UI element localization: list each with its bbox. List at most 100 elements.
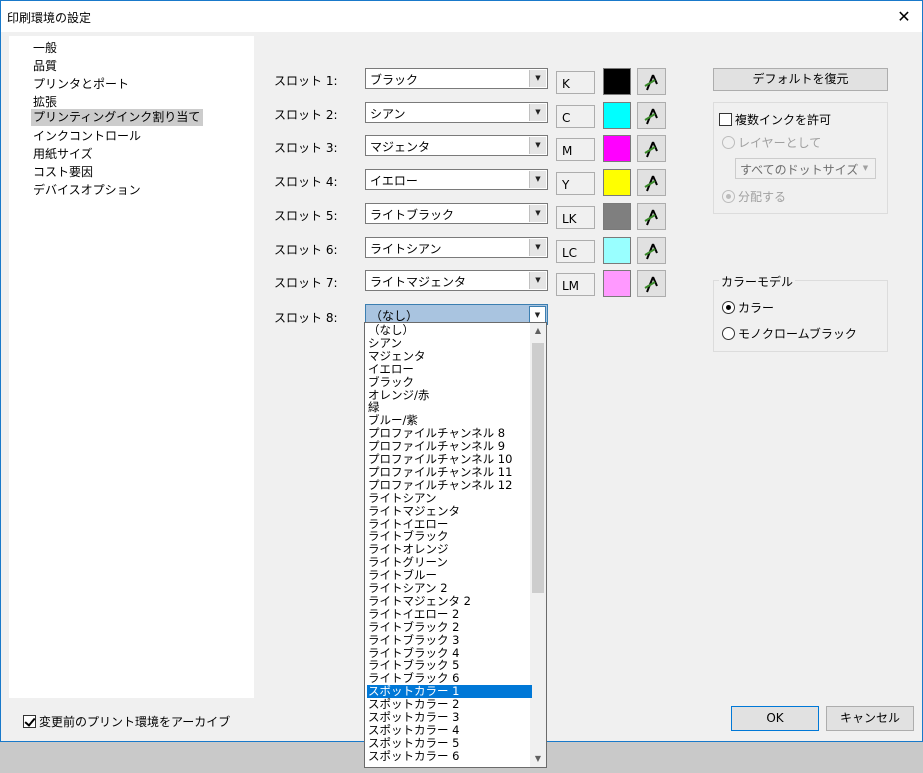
dropdown-option[interactable]: ライトマジェンタ 2 xyxy=(367,595,532,608)
nav-item[interactable]: プリンタとポート xyxy=(31,76,132,93)
dropdown-option[interactable]: ブラック xyxy=(367,375,532,389)
as-layer-label: レイヤーとして xyxy=(738,136,822,150)
dropdown-option[interactable]: プロファイルチャンネル 12 xyxy=(367,478,532,492)
chevron-down-icon[interactable]: ▼ xyxy=(529,272,546,289)
dropdown-option[interactable]: スポットカラー 6 xyxy=(367,749,532,763)
slot-2-combo[interactable]: シアン ▼ xyxy=(365,102,548,123)
dropdown-option[interactable]: ライトブラック xyxy=(367,530,532,543)
dropdown-option[interactable]: ライトイエロー 2 xyxy=(367,607,532,621)
scroll-down-icon[interactable]: ▼ xyxy=(530,751,546,767)
multi-ink-checkbox[interactable] xyxy=(719,113,732,126)
ok-button[interactable]: OK xyxy=(731,706,819,731)
chevron-down-icon[interactable]: ▼ xyxy=(529,306,546,323)
scroll-up-icon[interactable]: ▲ xyxy=(530,323,546,339)
color-radio[interactable] xyxy=(722,301,735,314)
slot-8-dropdown-list[interactable]: ▲ ▼ （なし） シアン マジェンタ イエロー ブラック オレンジ/赤緑ブルー/紫 プロファ… xyxy=(364,322,547,768)
scroll-thumb[interactable] xyxy=(532,343,544,593)
dropdown-option[interactable]: ライトブラック 6 xyxy=(367,672,532,685)
mono-radio[interactable] xyxy=(722,327,735,340)
dropdown-option[interactable]: ライトマジェンタ xyxy=(367,504,532,518)
dropdown-option[interactable]: プロファイルチャンネル 9 xyxy=(367,440,532,453)
dropdown-option[interactable]: ライトブラック 2 xyxy=(367,620,532,634)
title-bar: 印刷環境の設定 ✕ xyxy=(1,1,922,32)
slot-4-combo[interactable]: イエロー ▼ xyxy=(365,169,548,190)
dropdown-option[interactable]: スポットカラー 5 xyxy=(367,736,532,750)
slot-7-combo[interactable]: ライトマジェンタ ▼ xyxy=(365,270,548,291)
slot-5-color-swatch[interactable] xyxy=(603,203,631,230)
dropdown-option[interactable]: プロファイルチャンネル 8 xyxy=(367,427,532,440)
nav-item[interactable]: プリンティングインク割り当て xyxy=(31,109,204,126)
dropdown-option[interactable]: ライトブルー xyxy=(367,569,532,582)
cancel-button[interactable]: キャンセル xyxy=(826,706,914,731)
dropdown-option[interactable]: ライトイエロー xyxy=(367,517,532,531)
slot-3-color-swatch[interactable] xyxy=(603,135,631,162)
dropdown-option[interactable]: 緑 xyxy=(367,401,532,414)
slot-3-picker-button[interactable] xyxy=(637,135,666,162)
restore-default-button[interactable]: デフォルトを復元 xyxy=(713,68,888,91)
chevron-down-icon[interactable]: ▼ xyxy=(858,161,873,176)
dropdown-option[interactable]: ライトブラック 3 xyxy=(367,633,532,647)
slot-5-picker-button[interactable] xyxy=(637,203,666,230)
chevron-down-icon[interactable]: ▼ xyxy=(529,70,546,87)
slot-7-picker-button[interactable] xyxy=(637,270,666,297)
chevron-down-icon[interactable]: ▼ xyxy=(529,104,546,121)
slot-3-combo[interactable]: マジェンタ ▼ xyxy=(365,135,548,156)
multi-ink-option[interactable]: 複数インクを許可 xyxy=(719,111,834,128)
dropdown-option[interactable]: スポットカラー 2 xyxy=(367,698,532,711)
slot-7-color-swatch[interactable] xyxy=(603,270,631,297)
distribute-option[interactable]: 分配する xyxy=(722,188,786,205)
dropdown-option[interactable]: ブルー/紫 xyxy=(367,414,532,427)
dropdown-option[interactable]: ライトグリーン xyxy=(367,556,532,569)
archive-option[interactable]: 変更前のプリント環境をアーカイブ xyxy=(23,713,230,730)
dropdown-option[interactable]: （なし） xyxy=(367,324,532,337)
dropdown-option[interactable]: ライトオレンジ xyxy=(367,543,532,556)
dropdown-option[interactable]: ライトシアン xyxy=(367,491,532,505)
nav-item[interactable]: デバイスオプション xyxy=(31,182,144,199)
slot-1-color-swatch[interactable] xyxy=(603,68,631,95)
slot-5-code: LK xyxy=(556,206,595,229)
slot-5-combo[interactable]: ライトブラック ▼ xyxy=(365,203,548,224)
slot-2-picker-button[interactable] xyxy=(637,102,666,129)
close-icon[interactable]: ✕ xyxy=(894,7,914,27)
nav-item[interactable]: 用紙サイズ xyxy=(31,146,96,163)
dropdown-option[interactable]: スポットカラー 3 xyxy=(367,711,532,724)
dropdown-option[interactable]: シアン xyxy=(367,337,532,350)
as-layer-option[interactable]: レイヤーとして xyxy=(722,134,821,151)
dropdown-option[interactable]: オレンジ/赤 xyxy=(367,388,532,402)
distribute-radio[interactable] xyxy=(722,190,735,203)
slot-6-picker-button[interactable] xyxy=(637,237,666,264)
dot-size-combo[interactable]: すべてのドットサイズ ▼ xyxy=(735,158,876,179)
slot-8-label: スロット 8: xyxy=(274,311,338,325)
dropdown-option[interactable]: プロファイルチャンネル 10 xyxy=(367,453,532,466)
chevron-down-icon[interactable]: ▼ xyxy=(529,239,546,256)
color-option[interactable]: カラー xyxy=(722,299,774,316)
mono-option[interactable]: モノクロームブラック xyxy=(722,325,857,342)
dropdown-option[interactable]: ライトブラック 4 xyxy=(367,646,532,660)
nav-item[interactable]: コスト要因 xyxy=(31,164,96,181)
nav-item[interactable]: 一般 xyxy=(31,40,60,57)
as-layer-radio[interactable] xyxy=(722,136,735,149)
dropdown-scrollbar[interactable]: ▲ ▼ xyxy=(530,323,546,767)
chevron-down-icon[interactable]: ▼ xyxy=(529,205,546,222)
slot-1-combo[interactable]: ブラック ▼ xyxy=(365,68,548,89)
archive-checkbox[interactable] xyxy=(23,715,36,728)
dropdown-option[interactable]: ライトブラック 5 xyxy=(367,659,532,672)
dropdown-option[interactable]: ライトシアン 2 xyxy=(367,582,532,595)
slot-6-combo[interactable]: ライトシアン ▼ xyxy=(365,237,548,258)
slot-6-color-swatch[interactable] xyxy=(603,237,631,264)
dropdown-option[interactable]: イエロー xyxy=(367,362,532,376)
slot-1-picker-button[interactable] xyxy=(637,68,666,95)
slot-4-color-swatch[interactable] xyxy=(603,169,631,196)
slot-4-picker-button[interactable] xyxy=(637,169,666,196)
slot-6-label: スロット 6: xyxy=(274,243,338,257)
dropdown-option[interactable]: スポットカラー 1 xyxy=(367,685,532,698)
nav-item[interactable]: 品質 xyxy=(31,58,60,75)
slot-2-color-swatch[interactable] xyxy=(603,102,631,129)
dropdown-option[interactable]: プロファイルチャンネル 11 xyxy=(367,466,532,479)
chevron-down-icon[interactable]: ▼ xyxy=(529,171,546,188)
nav-item[interactable]: インクコントロール xyxy=(31,128,144,145)
dropdown-option[interactable]: スポットカラー 4 xyxy=(367,724,532,737)
chevron-down-icon[interactable]: ▼ xyxy=(529,137,546,154)
slot-4-value: イエロー xyxy=(370,174,418,188)
dropdown-option[interactable]: マジェンタ xyxy=(367,349,532,363)
